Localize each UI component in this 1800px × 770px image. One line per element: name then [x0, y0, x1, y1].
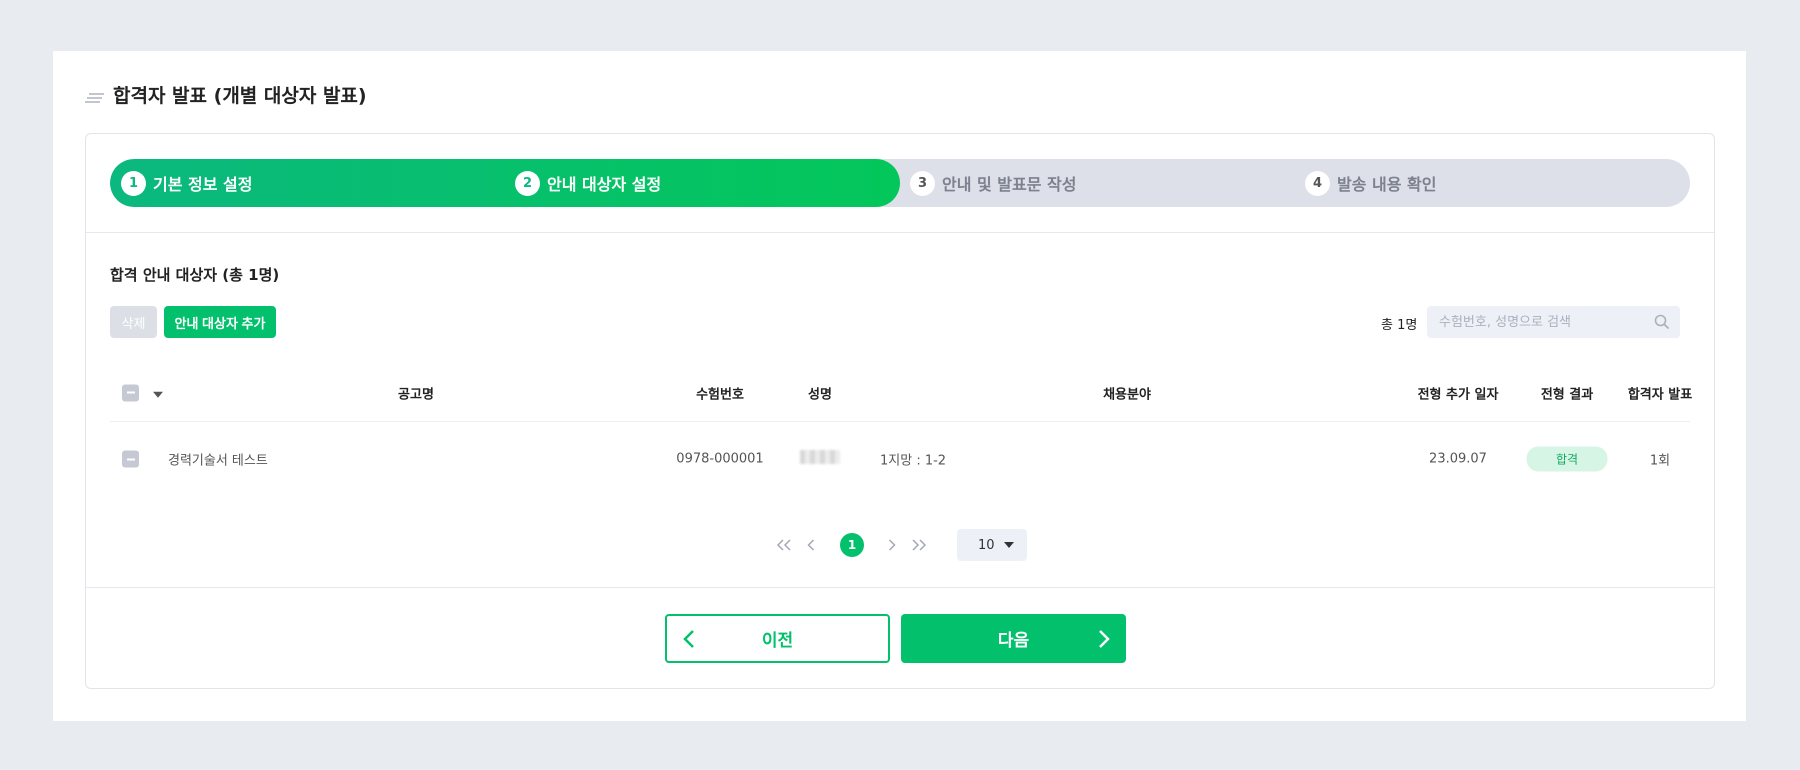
row-field: 1지망 : 1-2 — [880, 453, 947, 469]
search-box — [1427, 306, 1680, 338]
step-3-number: 3 — [910, 170, 935, 196]
row-notice: 경력기술서 테스트 — [168, 453, 268, 469]
last-page-icon[interactable] — [911, 539, 927, 551]
section-title: 합격 안내 대상자 (총 1명) — [110, 266, 280, 284]
recipient-table: 공고명 수험번호 성명 채용분야 전형 추가 일자 전형 결과 합격자 발표 경… — [110, 364, 1693, 496]
chevron-left-icon — [683, 629, 694, 648]
step-2-label: 안내 대상자 설정 — [547, 175, 662, 194]
step-4: 4 발송 내용 확인 — [1305, 159, 1436, 207]
prev-page-icon[interactable] — [807, 539, 816, 551]
step-2: 2 안내 대상자 설정 — [515, 159, 661, 207]
step-2-number: 2 — [515, 170, 540, 196]
row-added-date: 23.09.07 — [1429, 451, 1487, 467]
prev-button-label: 이전 — [761, 631, 794, 650]
main-card: 1 기본 정보 설정 2 안내 대상자 설정 3 안내 및 발표문 작성 4 발… — [85, 133, 1715, 689]
chevron-down-icon — [1004, 542, 1014, 548]
step-4-label: 발송 내용 확인 — [1337, 175, 1437, 194]
delete-button[interactable]: 삭제 — [110, 306, 157, 338]
col-field: 채용분야 — [1103, 387, 1151, 402]
step-3: 3 안내 및 발표문 작성 — [910, 159, 1076, 207]
menu-lines-icon — [85, 92, 104, 103]
next-page-icon[interactable] — [888, 539, 897, 551]
next-button-label: 다음 — [997, 631, 1030, 650]
chevron-right-icon — [1099, 629, 1110, 648]
step-3-label: 안내 및 발표문 작성 — [942, 175, 1077, 194]
result-badge: 합격 — [1526, 446, 1608, 472]
col-added-date: 전형 추가 일자 — [1417, 387, 1499, 402]
stepper: 1 기본 정보 설정 2 안내 대상자 설정 3 안내 및 발표문 작성 4 발… — [110, 159, 1690, 207]
col-exam-no: 수험번호 — [696, 387, 744, 402]
row-name — [800, 450, 840, 468]
search-icon[interactable] — [1654, 314, 1670, 330]
row-announce: 1회 — [1649, 453, 1671, 469]
table-row[interactable]: 경력기술서 테스트 0978-000001 1지망 : 1-2 23.09.07… — [110, 422, 1690, 496]
per-page-value: 10 — [978, 537, 995, 553]
pagination: 1 10 — [86, 529, 1714, 561]
search-input[interactable] — [1427, 306, 1654, 338]
step-1: 1 기본 정보 설정 — [121, 159, 252, 207]
col-name: 성명 — [808, 387, 832, 402]
row-exam-no: 0978-000001 — [676, 451, 764, 467]
page-number-current[interactable]: 1 — [840, 533, 864, 557]
divider-top — [86, 232, 1714, 233]
row-checkbox[interactable] — [122, 450, 139, 468]
col-result: 전형 결과 — [1540, 387, 1594, 402]
col-notice: 공고명 — [398, 387, 434, 402]
next-button[interactable]: 다음 — [901, 614, 1126, 663]
select-all-checkbox[interactable] — [122, 384, 139, 401]
masked-name — [800, 450, 840, 464]
row-result: 합격 — [1526, 446, 1608, 472]
page-header: 합격자 발표 (개별 대상자 발표) — [85, 81, 367, 108]
step-1-label: 기본 정보 설정 — [153, 175, 253, 194]
select-dropdown-icon[interactable] — [153, 391, 163, 398]
page-container: 합격자 발표 (개별 대상자 발표) 1 기본 정보 설정 2 안내 대상자 설… — [53, 51, 1746, 721]
table-header: 공고명 수험번호 성명 채용분야 전형 추가 일자 전형 결과 합격자 발표 — [110, 364, 1693, 422]
add-recipient-button[interactable]: 안내 대상자 추가 — [164, 306, 276, 338]
first-page-icon[interactable] — [776, 539, 792, 551]
divider-bottom — [86, 587, 1714, 588]
step-4-number: 4 — [1305, 170, 1330, 196]
prev-button[interactable]: 이전 — [665, 614, 890, 663]
total-count: 총 1명 — [1381, 318, 1418, 333]
page-title: 합격자 발표 (개별 대상자 발표) — [113, 85, 367, 107]
col-announce: 합격자 발표 — [1627, 387, 1693, 402]
per-page-select[interactable]: 10 — [957, 529, 1027, 561]
step-1-number: 1 — [121, 170, 146, 196]
